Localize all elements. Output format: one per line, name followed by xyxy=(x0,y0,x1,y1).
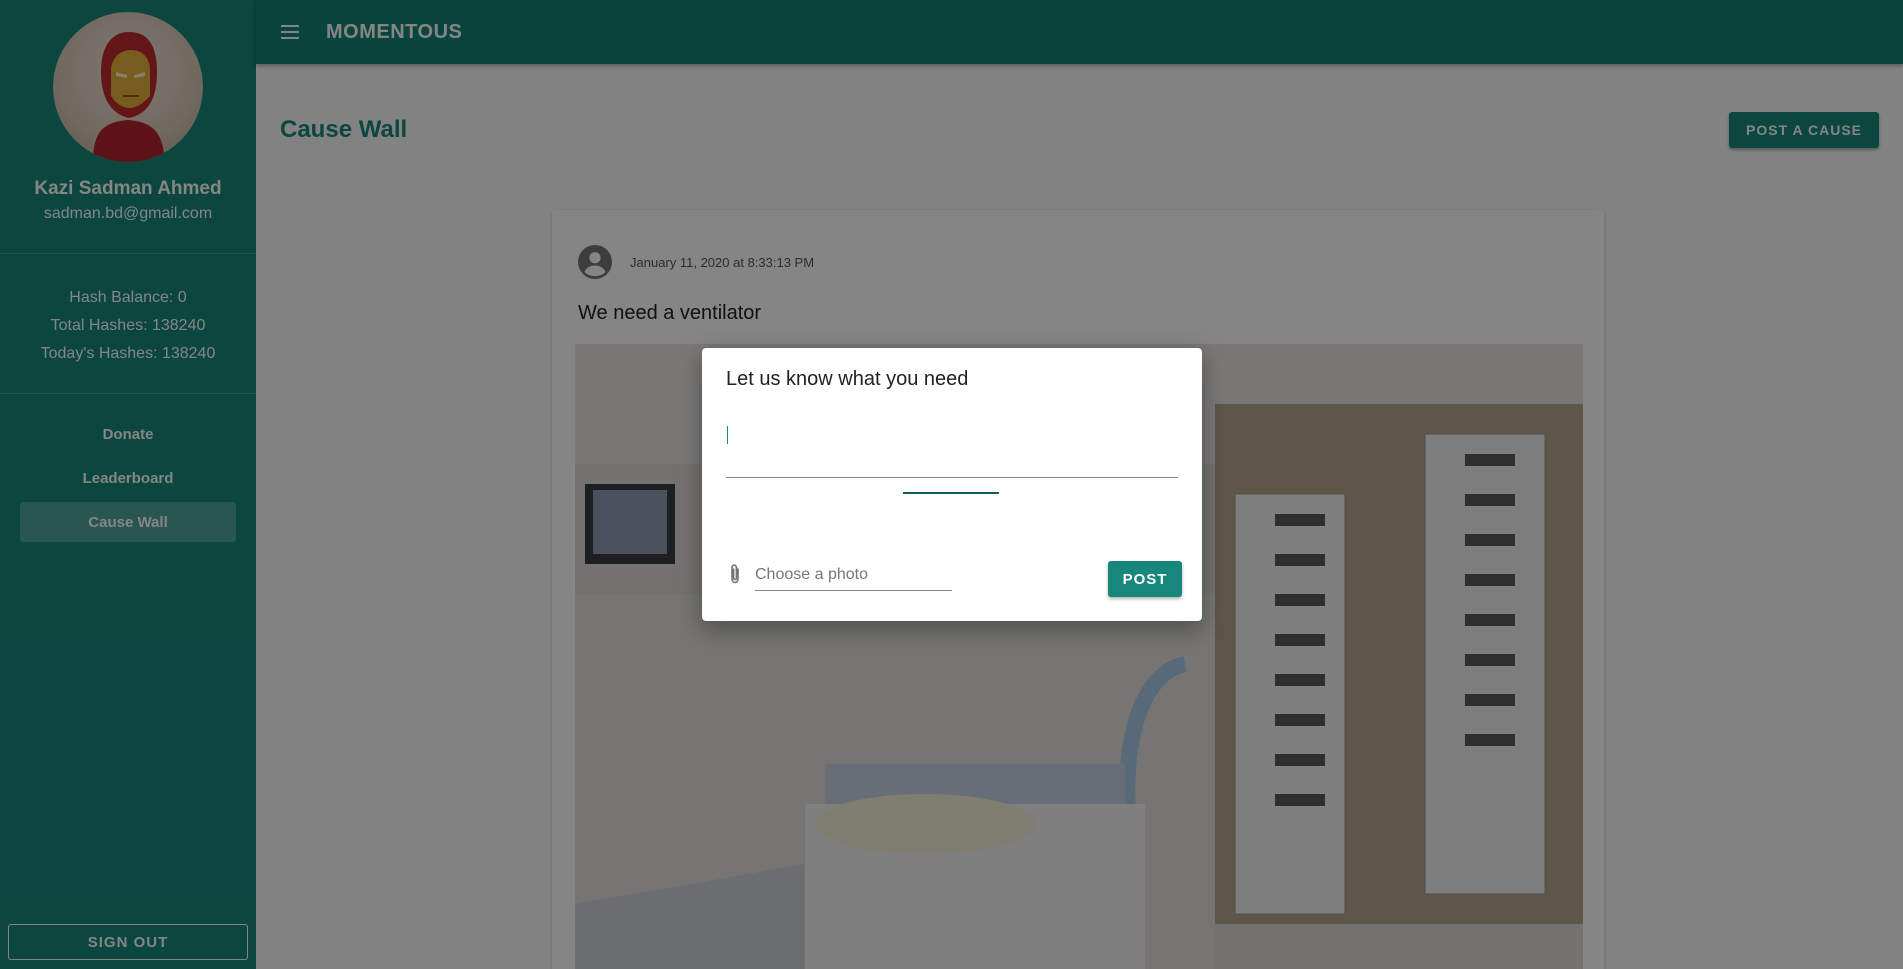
cause-description-textarea[interactable] xyxy=(726,423,1178,478)
post-button[interactable]: POST xyxy=(1108,561,1182,597)
text-caret xyxy=(727,426,728,444)
choose-photo-input[interactable]: Choose a photo xyxy=(755,559,952,591)
dialog-title: Let us know what you need xyxy=(726,368,969,390)
paperclip-icon[interactable] xyxy=(727,563,743,585)
textarea-focus-indicator xyxy=(903,492,999,494)
post-cause-dialog: Let us know what you need Choose a photo… xyxy=(702,348,1202,621)
